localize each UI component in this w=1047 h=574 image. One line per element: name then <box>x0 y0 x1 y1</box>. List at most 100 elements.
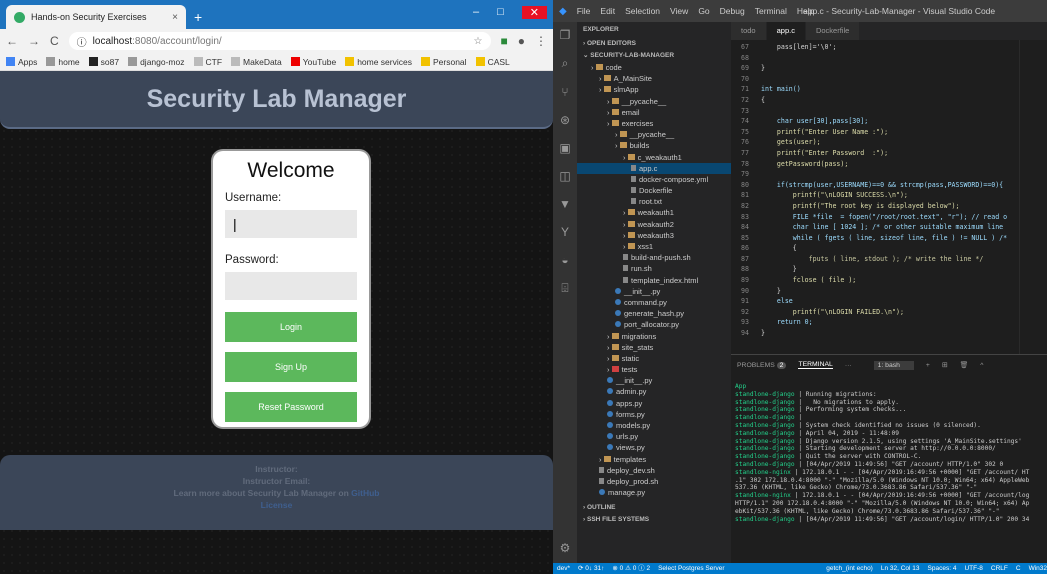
whale-icon[interactable]: ◒ <box>561 253 568 267</box>
sync-status[interactable]: ⟳ 0↓ 31↑ <box>578 563 604 574</box>
minimap[interactable] <box>1019 40 1047 354</box>
menu-item[interactable]: Debug <box>720 6 745 16</box>
tree-item[interactable]: › weakauth2 <box>577 219 731 230</box>
terminal-tab[interactable]: TERMINAL <box>798 361 833 369</box>
tree-item[interactable]: deploy_prod.sh <box>577 476 731 487</box>
menu-item[interactable]: File <box>577 6 591 16</box>
remote-icon[interactable]: ◫ <box>559 169 570 183</box>
tree-item[interactable]: › __pycache__ <box>577 96 731 107</box>
tree-item[interactable]: › A_MainSite <box>577 73 731 84</box>
bookmark-item[interactable]: home services <box>345 56 412 67</box>
code-view[interactable]: 67 pass[len]='\0'; 68 69} 70 71 int main() 72{… <box>731 40 1047 339</box>
editor-tab[interactable]: app.c <box>766 22 806 40</box>
bookmark-item[interactable]: MakeData <box>231 56 282 67</box>
menu-item[interactable]: Go <box>698 6 709 16</box>
maximize-panel-icon[interactable]: ^ <box>980 362 983 369</box>
tree-item[interactable]: generate_hash.py <box>577 308 731 319</box>
tree-item[interactable]: command.py <box>577 297 731 308</box>
tree-item[interactable]: forms.py <box>577 409 731 420</box>
browser-tab[interactable]: Hands-on Security Exercises × <box>6 5 186 29</box>
url-field[interactable]: ⓘ localhost:8080/account/login/ ☆ <box>68 32 491 50</box>
tree-item[interactable]: admin.py <box>577 386 731 397</box>
tree-item[interactable]: __init__.py <box>577 375 731 386</box>
minimize-button[interactable]: – <box>473 6 479 19</box>
tree-item[interactable]: › __pycache__ <box>577 129 731 140</box>
tree-item[interactable]: › tests <box>577 364 731 375</box>
forward-arrow-icon[interactable]: → <box>28 34 40 48</box>
reload-icon[interactable]: C <box>50 34 59 48</box>
problems-status[interactable]: ⊗ 0 ⚠ 0 ⓘ 2 <box>612 563 650 574</box>
login-button[interactable]: Login <box>225 312 357 342</box>
cursor-position[interactable]: Ln 32, Col 13 <box>881 563 920 574</box>
tree-item[interactable]: app.c <box>577 162 731 174</box>
settings-gear-icon[interactable]: ⚙ <box>560 541 571 555</box>
tree-item[interactable]: › xss1 <box>577 241 731 252</box>
outline-section[interactable]: › OUTLINE <box>577 502 731 514</box>
tree-icon[interactable]: Y <box>561 225 569 239</box>
info-icon[interactable]: ⓘ <box>77 34 87 49</box>
problems-tab[interactable]: PROBLEMS 2 <box>737 361 787 369</box>
menu-item[interactable]: Edit <box>600 6 615 16</box>
password-input[interactable] <box>225 272 357 300</box>
tree-item[interactable]: urls.py <box>577 431 731 442</box>
language-status[interactable]: C <box>1016 563 1021 574</box>
tree-item[interactable]: root.txt <box>577 196 731 207</box>
tree-item[interactable]: views.py <box>577 442 731 453</box>
back-arrow-icon[interactable]: ← <box>6 34 18 48</box>
branch-status[interactable]: dev* <box>557 563 570 574</box>
docker-icon[interactable]: ▼ <box>559 197 571 211</box>
bookmark-item[interactable]: YouTube <box>290 56 336 67</box>
extensions-icon[interactable]: ▣ <box>559 141 570 155</box>
profile-icon[interactable]: ● <box>518 34 525 48</box>
reset-password-button[interactable]: Reset Password <box>225 392 357 422</box>
tree-item[interactable]: Dockerfile <box>577 185 731 196</box>
encoding-status[interactable]: UTF-8 <box>964 563 982 574</box>
postgres-status[interactable]: Select Postgres Server <box>658 563 724 574</box>
search-icon[interactable]: ⌕ <box>562 56 569 71</box>
terminal-output[interactable]: App standlone-django | Running migrations… <box>731 375 1047 523</box>
tree-item[interactable]: port_allocator.py <box>577 319 731 330</box>
tree-item[interactable]: build-and-push.sh <box>577 252 731 263</box>
bookmark-item[interactable]: CTF <box>193 56 222 67</box>
bookmark-item[interactable]: Apps <box>6 56 37 67</box>
add-terminal-icon[interactable]: + <box>926 362 930 369</box>
tree-item[interactable]: models.py <box>577 420 731 431</box>
signup-button[interactable]: Sign Up <box>225 352 357 382</box>
bookmark-item[interactable]: so87 <box>88 56 119 67</box>
username-input[interactable] <box>225 210 357 238</box>
tree-item[interactable]: › c_weakauth1 <box>577 152 731 163</box>
platform-status[interactable]: Win32 <box>1029 563 1047 574</box>
maximize-button[interactable]: □ <box>497 6 504 19</box>
editor-tab[interactable]: todo <box>731 22 767 40</box>
tree-item[interactable]: › migrations <box>577 331 731 342</box>
tree-item[interactable]: manage.py <box>577 487 731 498</box>
tree-item[interactable]: › builds <box>577 140 731 151</box>
menu-item[interactable]: Selection <box>625 6 660 16</box>
open-editors-section[interactable]: › OPEN EDITORS <box>577 38 731 50</box>
menu-item[interactable]: View <box>670 6 688 16</box>
menu-kebab-icon[interactable]: ⋮ <box>535 34 547 48</box>
bookmark-item[interactable]: Personal <box>421 56 467 67</box>
tree-item[interactable]: › static <box>577 353 731 364</box>
terminal-select[interactable]: 1: bash <box>873 360 914 370</box>
debug-icon[interactable]: ⊛ <box>560 113 570 127</box>
tree-item[interactable]: › weakauth3 <box>577 230 731 241</box>
split-terminal-icon[interactable]: ⊞ <box>942 361 948 369</box>
tree-item[interactable]: deploy_dev.sh <box>577 465 731 476</box>
eol-status[interactable]: CRLF <box>991 563 1008 574</box>
star-icon[interactable]: ☆ <box>474 36 483 47</box>
terminal-icon[interactable]: ⌹ <box>561 281 568 296</box>
new-tab-button[interactable]: + <box>194 9 202 25</box>
tree-item[interactable]: › weakauth1 <box>577 207 731 218</box>
tree-item[interactable]: › slmApp <box>577 84 731 95</box>
tree-item[interactable]: › site_stats <box>577 342 731 353</box>
tree-item[interactable]: apps.py <box>577 398 731 409</box>
project-section[interactable]: ⌄ SECURITY-LAB-MANAGER <box>577 50 731 62</box>
footer-github-link[interactable]: GitHub <box>351 488 379 498</box>
menu-item[interactable]: Terminal <box>755 6 787 16</box>
editor-tab[interactable]: Dockerfile <box>805 22 861 40</box>
bookmark-item[interactable]: CASL <box>475 56 510 67</box>
tree-item[interactable]: › email <box>577 107 731 118</box>
tree-item[interactable]: docker-compose.yml <box>577 174 731 185</box>
tree-item[interactable]: › templates <box>577 454 731 465</box>
